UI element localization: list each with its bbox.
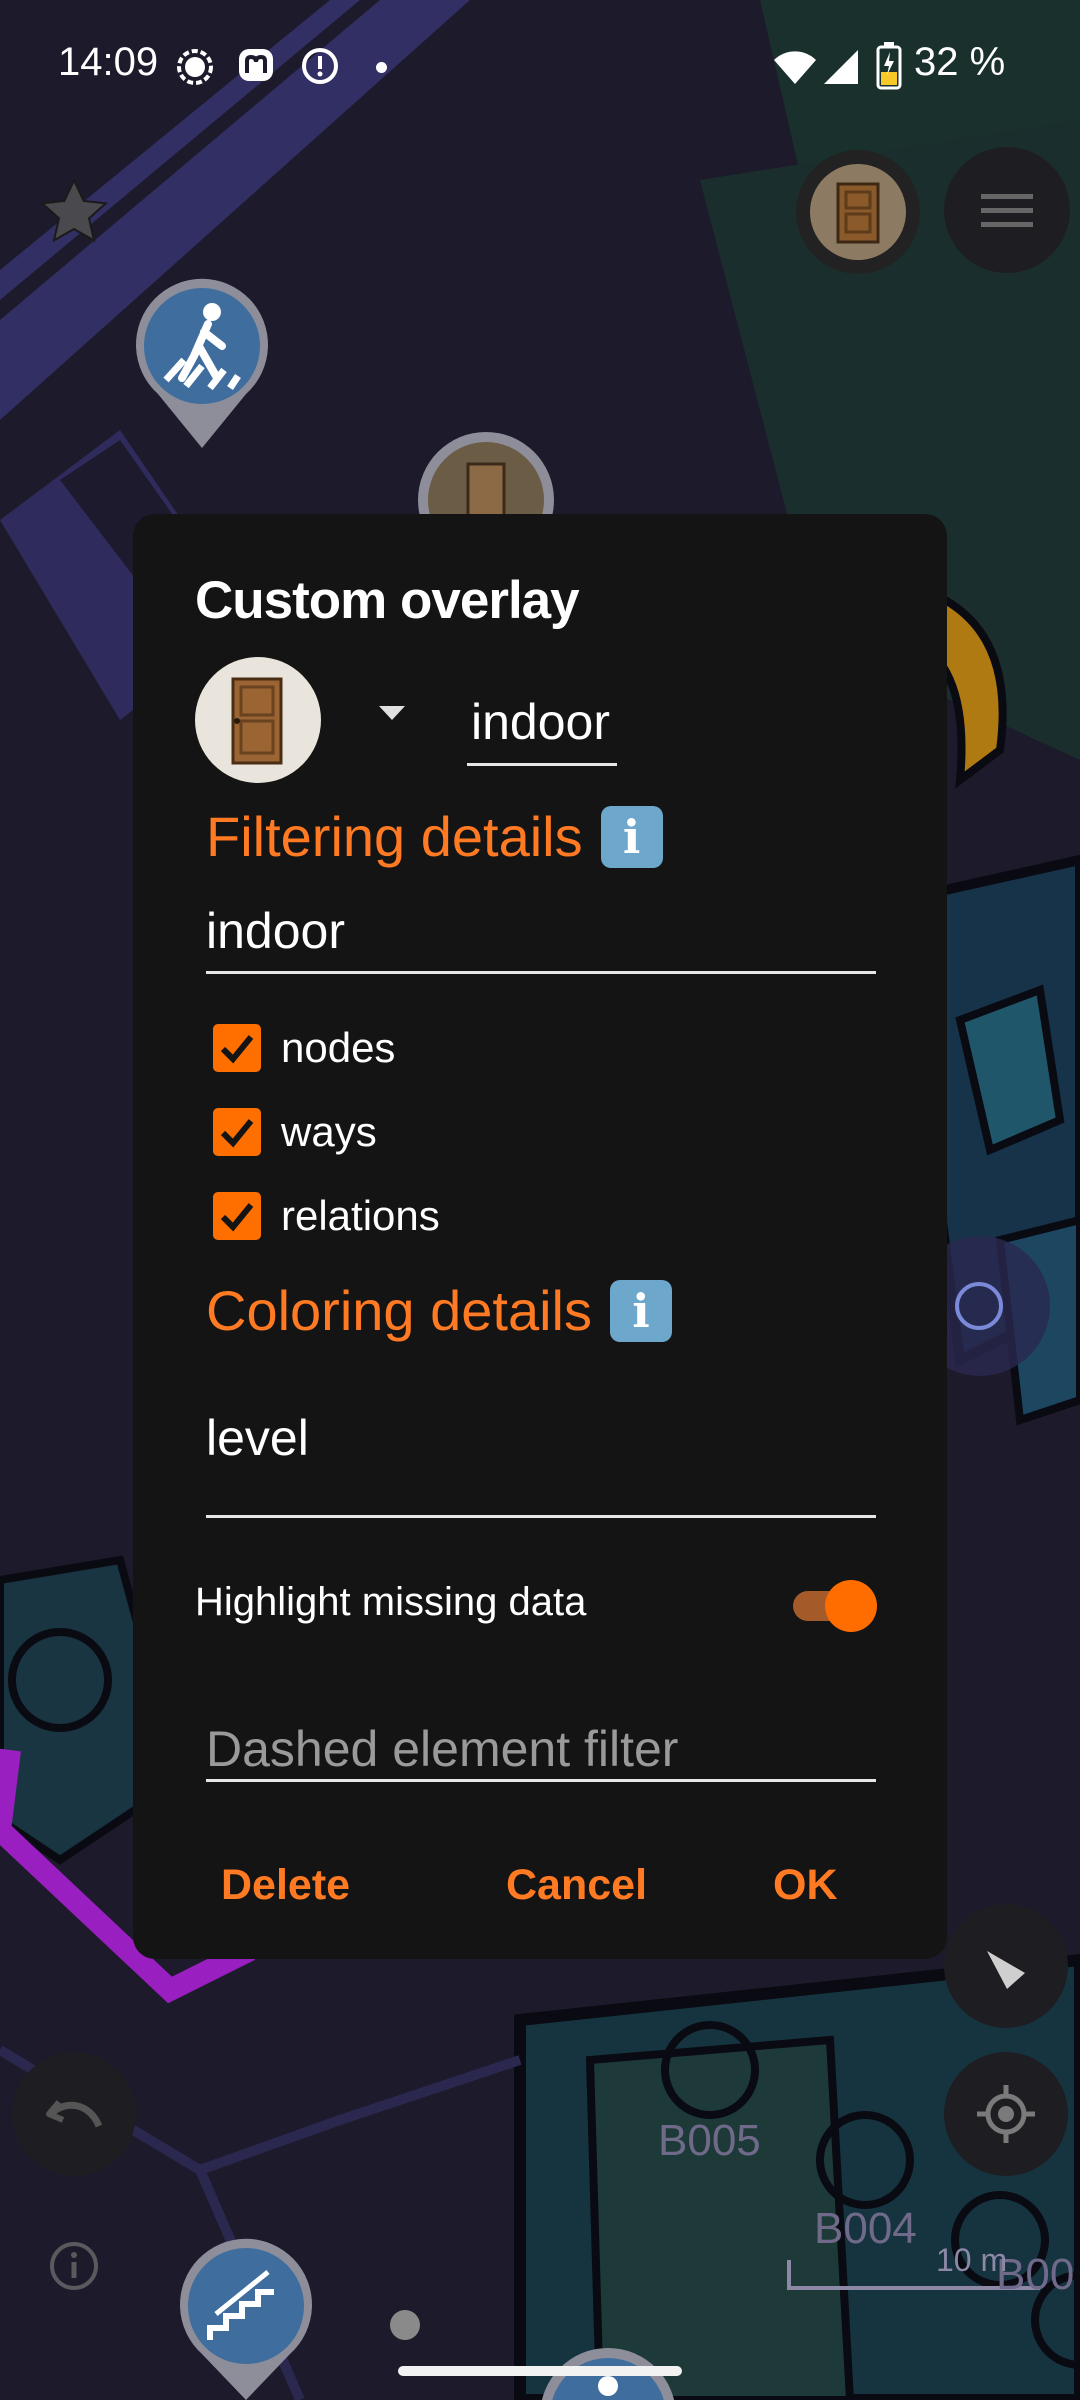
undo-button[interactable] bbox=[12, 2052, 136, 2176]
ok-button[interactable]: OK bbox=[773, 1861, 838, 1910]
hamburger-icon bbox=[981, 194, 1033, 227]
filter-input[interactable]: indoor bbox=[206, 902, 876, 974]
map-room-label: B004 bbox=[814, 2204, 917, 2253]
nodes-checkbox-row[interactable]: nodes bbox=[213, 1024, 395, 1072]
alert-circle-icon bbox=[302, 48, 338, 84]
coloring-input[interactable]: level bbox=[206, 1408, 876, 1518]
checkmark-icon bbox=[220, 1203, 254, 1232]
door-icon bbox=[231, 677, 283, 765]
favorites-button[interactable] bbox=[34, 172, 114, 252]
undo-icon bbox=[46, 2100, 103, 2128]
filtering-details-heading: Filtering details i bbox=[206, 804, 663, 869]
overlay-name-input[interactable]: indoor bbox=[467, 692, 617, 766]
mastodon-icon bbox=[239, 49, 273, 81]
overlay-icon-picker[interactable] bbox=[195, 657, 321, 783]
custom-overlay-dialog: Custom overlay indoor Filtering details … bbox=[133, 514, 947, 1959]
map-marker-dot bbox=[390, 2310, 420, 2340]
map-room-label: B00 bbox=[996, 2250, 1075, 2299]
status-bar: 14:09 32 % bbox=[0, 0, 1080, 140]
status-time: 14:09 bbox=[58, 40, 159, 84]
map-room-label: B005 bbox=[658, 2116, 761, 2165]
relations-label: relations bbox=[281, 1192, 440, 1239]
ways-label: ways bbox=[281, 1108, 377, 1155]
highlight-missing-label: Highlight missing data bbox=[195, 1580, 587, 1624]
wifi-icon bbox=[774, 51, 816, 84]
filtering-info-icon[interactable]: i bbox=[600, 805, 663, 868]
nodes-checkbox[interactable] bbox=[213, 1024, 261, 1072]
dot-icon bbox=[376, 62, 387, 73]
cell-signal-icon bbox=[824, 50, 858, 84]
dashed-filter-input[interactable]: Dashed element filter bbox=[206, 1724, 876, 1782]
checkmark-icon bbox=[220, 1119, 254, 1148]
star-icon bbox=[39, 177, 109, 243]
info-button[interactable] bbox=[48, 2240, 100, 2292]
gesture-navigation-handle[interactable] bbox=[398, 2366, 682, 2376]
door-icon bbox=[810, 164, 906, 260]
relations-checkbox-row[interactable]: relations bbox=[213, 1192, 440, 1240]
compass-icon bbox=[987, 1951, 1025, 1989]
map-scale-label: 10 m bbox=[936, 2242, 1008, 2278]
dashed-filter-placeholder: Dashed element filter bbox=[206, 1721, 679, 1777]
signal-messenger-icon bbox=[177, 49, 213, 85]
nodes-label: nodes bbox=[281, 1024, 396, 1071]
cancel-button[interactable]: Cancel bbox=[506, 1861, 647, 1910]
battery-percent: 32 % bbox=[914, 40, 1006, 84]
my-location-button[interactable] bbox=[944, 2052, 1068, 2176]
relations-checkbox[interactable] bbox=[213, 1192, 261, 1240]
main-menu-button[interactable] bbox=[944, 147, 1070, 273]
coloring-info-icon[interactable]: i bbox=[609, 1279, 672, 1342]
battery-charging-icon bbox=[876, 42, 902, 90]
ways-checkbox[interactable] bbox=[213, 1108, 261, 1156]
highlight-missing-toggle[interactable] bbox=[793, 1577, 877, 1633]
delete-button[interactable]: Delete bbox=[221, 1861, 350, 1910]
filtering-heading-text: Filtering details bbox=[206, 805, 583, 868]
info-icon bbox=[50, 2242, 98, 2290]
switch-thumb bbox=[825, 1580, 877, 1632]
overlay-toggle-button[interactable] bbox=[796, 150, 920, 274]
dialog-title: Custom overlay bbox=[195, 571, 580, 630]
coloring-heading-text: Coloring details bbox=[206, 1279, 592, 1342]
coloring-details-heading: Coloring details i bbox=[206, 1278, 672, 1343]
chevron-down-icon[interactable] bbox=[379, 706, 405, 720]
compass-button[interactable] bbox=[944, 1904, 1068, 2028]
checkmark-icon bbox=[220, 1035, 254, 1064]
crosswalk-pin-icon[interactable] bbox=[132, 276, 272, 452]
crosshair-icon bbox=[977, 2085, 1035, 2143]
stairs-pin-icon[interactable] bbox=[176, 2236, 316, 2400]
ways-checkbox-row[interactable]: ways bbox=[213, 1108, 377, 1156]
